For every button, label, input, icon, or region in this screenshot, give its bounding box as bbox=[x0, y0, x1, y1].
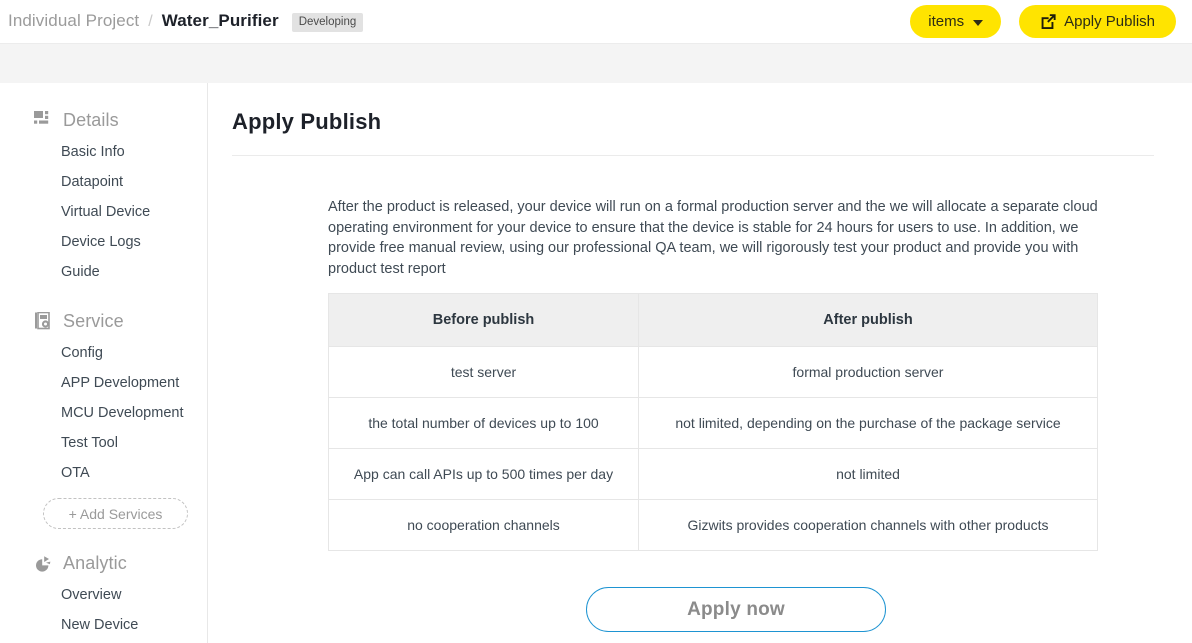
sidebar: Details Basic Info Datapoint Virtual Dev… bbox=[0, 83, 208, 643]
sidebar-item-datapoint[interactable]: Datapoint bbox=[0, 167, 207, 197]
add-services-button[interactable]: + Add Services bbox=[43, 498, 188, 529]
breadcrumb: Individual Project / Water_Purifier Deve… bbox=[4, 11, 910, 33]
sidebar-spacer-1 bbox=[0, 287, 207, 304]
table-cell-after: not limited, depending on the purchase o… bbox=[639, 398, 1098, 449]
content-area: Apply Publish After the product is relea… bbox=[208, 83, 1192, 643]
table-body: test server formal production server the… bbox=[329, 347, 1098, 551]
status-badge: Developing bbox=[292, 13, 364, 32]
sidebar-item-ota[interactable]: OTA bbox=[0, 458, 207, 488]
sidebar-item-guide[interactable]: Guide bbox=[0, 257, 207, 287]
items-dropdown-button[interactable]: items bbox=[910, 5, 1001, 38]
intro-paragraph: After the product is released, your devi… bbox=[328, 197, 1098, 279]
content-inner: After the product is released, your devi… bbox=[232, 197, 1154, 632]
sidebar-item-virtual-device[interactable]: Virtual Device bbox=[0, 197, 207, 227]
table-cell-before: no cooperation channels bbox=[329, 500, 639, 551]
table-head: Before publish After publish bbox=[329, 294, 1098, 347]
table-header-after-publish: After publish bbox=[639, 294, 1098, 347]
page-title: Apply Publish bbox=[232, 109, 1154, 135]
title-divider bbox=[232, 155, 1154, 156]
sidebar-item-device-logs[interactable]: Device Logs bbox=[0, 227, 207, 257]
sidebar-group-analytic-label: Analytic bbox=[63, 553, 127, 574]
main-shell: Details Basic Info Datapoint Virtual Dev… bbox=[0, 83, 1192, 643]
breadcrumb-root[interactable]: Individual Project bbox=[8, 11, 139, 31]
sidebar-item-basic-info[interactable]: Basic Info bbox=[0, 137, 207, 167]
table-header-before-publish: Before publish bbox=[329, 294, 639, 347]
apply-publish-label: Apply Publish bbox=[1064, 14, 1155, 29]
table-cell-after: Gizwits provides cooperation channels wi… bbox=[639, 500, 1098, 551]
table-cell-before: test server bbox=[329, 347, 639, 398]
table-cell-after: not limited bbox=[639, 449, 1098, 500]
table-row: test server formal production server bbox=[329, 347, 1098, 398]
sidebar-group-details: Details bbox=[0, 103, 207, 137]
top-bar-actions: items Apply Publish bbox=[910, 5, 1176, 38]
sidebar-group-service-label: Service bbox=[63, 311, 124, 332]
table-cell-before: the total number of devices up to 100 bbox=[329, 398, 639, 449]
table-row: the total number of devices up to 100 no… bbox=[329, 398, 1098, 449]
sidebar-group-details-label: Details bbox=[63, 110, 119, 131]
table-row: no cooperation channels Gizwits provides… bbox=[329, 500, 1098, 551]
apply-button-wrap: Apply now bbox=[328, 587, 1144, 632]
table-cell-after: formal production server bbox=[639, 347, 1098, 398]
table-header-row: Before publish After publish bbox=[329, 294, 1098, 347]
sidebar-group-service: Service bbox=[0, 304, 207, 338]
top-bar: Individual Project / Water_Purifier Deve… bbox=[0, 0, 1192, 43]
chevron-down-icon bbox=[973, 20, 983, 26]
sidebar-item-new-device[interactable]: New Device bbox=[0, 610, 207, 640]
sidebar-item-test-tool[interactable]: Test Tool bbox=[0, 428, 207, 458]
breadcrumb-project-name: Water_Purifier bbox=[162, 11, 279, 31]
add-services-wrap: + Add Services bbox=[0, 488, 207, 529]
grid-dashboard-icon bbox=[33, 111, 52, 130]
sidebar-spacer-2 bbox=[0, 529, 207, 546]
table-cell-before: App can call APIs up to 500 times per da… bbox=[329, 449, 639, 500]
device-gear-icon bbox=[33, 312, 52, 331]
items-dropdown-label: items bbox=[928, 14, 964, 29]
sidebar-item-mcu-development[interactable]: MCU Development bbox=[0, 398, 207, 428]
sidebar-item-app-development[interactable]: APP Development bbox=[0, 368, 207, 398]
header-divider-band bbox=[0, 43, 1192, 83]
sidebar-group-analytic: Analytic bbox=[0, 546, 207, 580]
publish-comparison-table: Before publish After publish test server… bbox=[328, 293, 1098, 551]
external-link-icon bbox=[1040, 13, 1057, 30]
pie-chart-icon bbox=[33, 554, 52, 573]
apply-now-button[interactable]: Apply now bbox=[586, 587, 886, 632]
breadcrumb-separator: / bbox=[148, 13, 152, 31]
sidebar-item-config[interactable]: Config bbox=[0, 338, 207, 368]
sidebar-item-overview[interactable]: Overview bbox=[0, 580, 207, 610]
table-row: App can call APIs up to 500 times per da… bbox=[329, 449, 1098, 500]
apply-publish-button[interactable]: Apply Publish bbox=[1019, 5, 1176, 38]
